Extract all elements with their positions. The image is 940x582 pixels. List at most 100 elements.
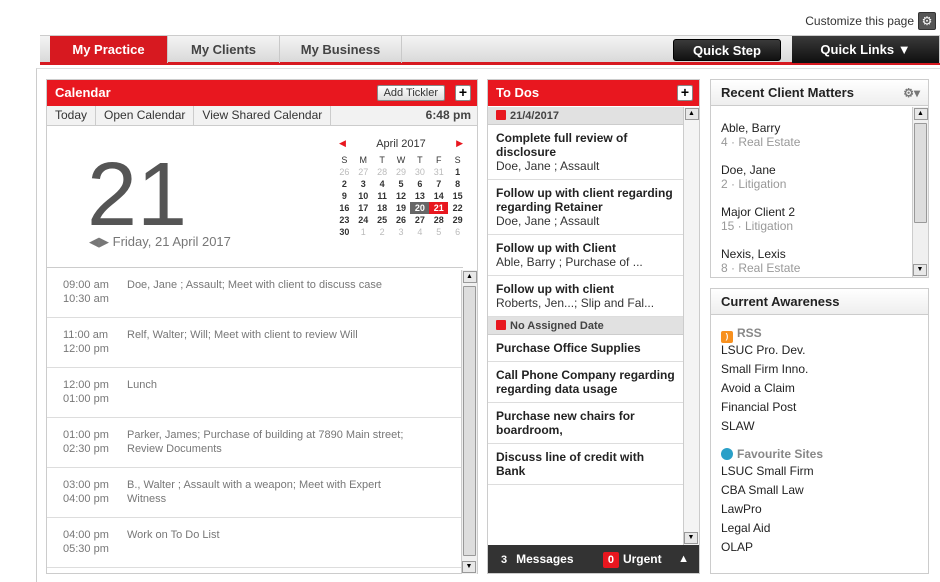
settings-gear-icon[interactable]: ⚙▾ [903,80,920,106]
awareness-link[interactable]: LawPro [711,500,928,519]
mini-day[interactable]: 1 [354,226,373,238]
quick-links-button[interactable]: Quick Links ▼ [792,36,940,63]
event-row[interactable]: 09:00 am 10:30 am Doe, Jane ; Assault; Mee… [47,268,463,318]
mini-day[interactable]: 9 [335,190,354,202]
awareness-link[interactable]: LSUC Small Firm [711,462,928,481]
todo-item[interactable]: Discuss line of credit with Bank [488,444,684,485]
mini-day[interactable]: 26 [392,214,411,226]
mini-day[interactable]: 8 [448,178,467,190]
tab-my-practice[interactable]: My Practice [50,36,168,63]
mini-day[interactable]: 28 [429,214,448,226]
mini-day[interactable]: 24 [354,214,373,226]
awareness-link[interactable]: LSUC Pro. Dev. [711,341,928,360]
collapse-icon[interactable] [496,320,506,330]
event-row[interactable]: 01:00 pm 02:30 pm Parker, James; Purchase … [47,418,463,468]
mini-day[interactable]: 19 [392,202,411,214]
mini-day[interactable]: 7 [429,178,448,190]
scroll-down-icon[interactable]: ▼ [913,264,927,276]
mini-day[interactable]: 30 [410,166,429,178]
mini-day[interactable]: 20 [410,202,430,214]
client-matter-item[interactable]: Able, Barry 4 · Real Estate [711,121,913,149]
mini-day[interactable]: 11 [373,190,392,202]
messages-link[interactable]: Messages [516,552,573,566]
mini-day[interactable]: 12 [392,190,411,202]
collapse-up-icon[interactable]: ▲ [678,545,689,573]
mini-day[interactable]: 29 [448,214,467,226]
mini-day[interactable]: 14 [429,190,448,202]
mini-day[interactable]: 31 [429,166,448,178]
gear-icon[interactable]: ⚙ [918,12,936,30]
event-row[interactable]: 11:00 am 12:00 pm Relf, Walter; Will; Meet… [47,318,463,368]
today-button[interactable]: Today [47,106,97,125]
customize-label[interactable]: Customize this page [805,14,914,28]
awareness-link[interactable]: Legal Aid [711,519,928,538]
tab-my-clients[interactable]: My Clients [168,36,280,63]
awareness-link[interactable]: CBA Small Law [711,481,928,500]
plus-icon[interactable]: + [455,85,471,101]
next-day-icon[interactable]: ▶ [99,234,109,249]
collapse-icon[interactable] [496,110,506,120]
awareness-link[interactable]: Financial Post [711,398,928,417]
mini-day[interactable]: 22 [448,202,467,214]
scroll-up-icon[interactable]: ▲ [462,271,477,283]
client-matter-item[interactable]: Doe, Jane 2 · Litigation [711,163,913,191]
mini-day[interactable]: 15 [448,190,467,202]
todo-item[interactable]: Call Phone Company regarding regarding d… [488,362,684,403]
scroll-thumb[interactable] [463,286,476,556]
scroll-up-icon[interactable]: ▲ [684,108,699,120]
awareness-link[interactable]: OLAP [711,538,928,557]
mini-day[interactable]: 6 [410,178,429,190]
mini-day[interactable]: 3 [392,226,411,238]
mini-day[interactable]: 5 [392,178,411,190]
prev-day-icon[interactable]: ◀ [89,234,99,249]
next-month-icon[interactable]: ▶ [456,138,463,149]
mini-day[interactable]: 16 [335,202,354,214]
mini-day[interactable]: 18 [373,202,392,214]
prev-month-icon[interactable]: ◀ [339,138,346,149]
mini-day[interactable]: 2 [335,178,354,190]
scroll-down-icon[interactable]: ▼ [684,532,698,544]
mini-day[interactable]: 27 [410,214,429,226]
awareness-link[interactable]: Avoid a Claim [711,379,928,398]
quick-step-button[interactable]: Quick Step [673,39,781,61]
mini-day[interactable]: 23 [335,214,354,226]
scroll-down-icon[interactable]: ▼ [462,561,476,573]
todo-item[interactable]: Complete full review of disclosure Doe, J… [488,125,684,180]
open-calendar-button[interactable]: Open Calendar [96,106,195,125]
mini-day[interactable]: 21 [429,202,449,214]
todo-item[interactable]: Purchase new chairs for boardroom, [488,403,684,444]
mini-day[interactable]: 25 [373,214,392,226]
event-row[interactable]: 12:00 pm 01:00 pm Lunch [47,368,463,418]
scroll-up-icon[interactable]: ▲ [913,108,928,120]
mini-day[interactable]: 4 [410,226,429,238]
mini-day[interactable]: 28 [373,166,392,178]
mini-day[interactable]: 1 [448,166,467,178]
todo-item[interactable]: Follow up with client regarding regardin… [488,180,684,235]
mini-day[interactable]: 3 [354,178,373,190]
event-row[interactable]: 04:00 pm 05:30 pm Work on To Do List [47,518,463,568]
todo-item[interactable]: Purchase Office Supplies [488,335,684,362]
add-todo-icon[interactable]: + [677,85,693,101]
todo-item[interactable]: Follow up with client Roberts, Jen...; Sl… [488,276,684,317]
view-shared-calendar-button[interactable]: View Shared Calendar [194,106,332,125]
mini-day[interactable]: 17 [354,202,373,214]
awareness-link[interactable]: Small Firm Inno. [711,360,928,379]
awareness-link[interactable]: SLAW [711,417,928,436]
client-matter-item[interactable]: Major Client 2 15 · Litigation [711,205,913,233]
mini-day[interactable]: 2 [373,226,392,238]
mini-day[interactable]: 5 [429,226,448,238]
recent-scrollbar[interactable]: ▲ ▼ [912,107,928,277]
mini-day[interactable]: 6 [448,226,467,238]
mini-day[interactable]: 30 [335,226,354,238]
event-row[interactable]: 03:00 pm 04:00 pm B., Walter ; Assault wit… [47,468,463,518]
mini-day[interactable]: 27 [354,166,373,178]
add-tickler-button[interactable]: Add Tickler [376,85,445,101]
mini-day[interactable]: 29 [392,166,411,178]
mini-day[interactable]: 10 [354,190,373,202]
client-matter-item[interactable]: Nexis, Lexis 8 · Real Estate [711,247,913,275]
mini-day[interactable]: 4 [373,178,392,190]
mini-day[interactable]: 13 [410,190,429,202]
todo-scrollbar[interactable]: ▲ ▼ [683,107,699,545]
tab-my-business[interactable]: My Business [280,36,402,63]
scroll-thumb[interactable] [914,123,927,223]
